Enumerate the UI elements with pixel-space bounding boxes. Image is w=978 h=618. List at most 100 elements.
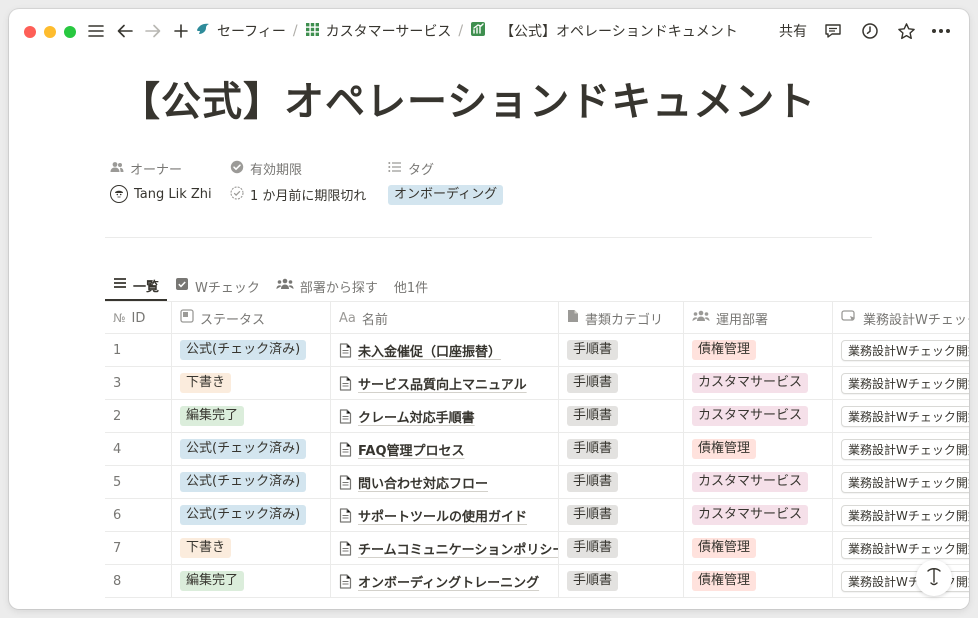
status-cell[interactable]: 下書き xyxy=(172,367,331,399)
status-cell[interactable]: 公式(チェック済み) xyxy=(172,499,331,531)
page-icon xyxy=(339,342,352,358)
department-tag: 債権管理 xyxy=(692,439,757,459)
category-cell[interactable]: 手順書 xyxy=(559,532,684,564)
table-row[interactable]: 5 公式(チェック済み) 問い合わせ対応フロー 手順書 カスタマサービス 業務設計Wチェッ… xyxy=(105,466,969,499)
name-cell[interactable]: オンボーディングトレーニング xyxy=(331,565,559,597)
minimize-window-button[interactable] xyxy=(44,26,56,38)
plus-icon[interactable] xyxy=(170,20,192,42)
wcheck-start-button[interactable]: 業務設計Wチェック開始 xyxy=(841,372,969,394)
page-link[interactable]: サービス品質向上マニュアル xyxy=(358,374,527,393)
page-link[interactable]: 問い合わせ対応フロー xyxy=(358,473,488,492)
wcheck-start-button[interactable]: 業務設計Wチェック開始 xyxy=(841,504,969,526)
page-link[interactable]: サポートツールの使用ガイド xyxy=(358,506,527,525)
column-header-category[interactable]: 書類カテゴリ xyxy=(559,302,684,334)
tab-by-department[interactable]: 部署から探す xyxy=(268,271,386,301)
table-row[interactable]: 7 下書き チームコミュニケーションポリシー 手順書 債権管理 業務設計Wチェック開始 xyxy=(105,532,969,565)
people-icon xyxy=(110,161,124,177)
page-title[interactable]: 【公式】オペレーションドキュメント xyxy=(120,69,816,127)
department-cell[interactable]: 債権管理 xyxy=(684,433,833,465)
category-cell[interactable]: 手順書 xyxy=(559,334,684,366)
page-link[interactable]: クレーム対応手順書 xyxy=(358,407,475,426)
department-cell[interactable]: 債権管理 xyxy=(684,532,833,564)
name-cell[interactable]: 問い合わせ対応フロー xyxy=(331,466,559,498)
breadcrumb-item-current[interactable]: 【公式】オペレーションドキュメント xyxy=(470,21,738,41)
department-cell[interactable]: カスタマサービス xyxy=(684,499,833,531)
table-row[interactable]: 2 編集完了 クレーム対応手順書 手順書 カスタマサービス 業務設計Wチェック開始 xyxy=(105,400,969,433)
help-button[interactable] xyxy=(916,560,952,596)
name-cell[interactable]: FAQ管理プロセス xyxy=(331,433,559,465)
page-link[interactable]: オンボーディングトレーニング xyxy=(358,572,539,591)
name-cell[interactable]: サービス品質向上マニュアル xyxy=(331,367,559,399)
category-cell[interactable]: 手順書 xyxy=(559,466,684,498)
department-cell[interactable]: 債権管理 xyxy=(684,565,833,597)
department-cell[interactable]: 債権管理 xyxy=(684,334,833,366)
arrow-right-icon[interactable] xyxy=(142,20,164,42)
people-icon xyxy=(276,278,294,294)
column-header-id[interactable]: № ID xyxy=(105,302,172,334)
wcheck-start-button[interactable]: 業務設計Wチェック開始 xyxy=(841,537,969,559)
arrow-left-icon[interactable] xyxy=(114,20,136,42)
app-window: セーフィー / カスタマーサービス / 【公式】オペレーションドキュメント 共有 xyxy=(9,9,969,609)
department-cell[interactable]: カスタマサービス xyxy=(684,367,833,399)
wcheck-start-button[interactable]: 業務設計Wチェック開始 xyxy=(841,339,969,361)
department-cell[interactable]: カスタマサービス xyxy=(684,400,833,432)
status-cell[interactable]: 下書き xyxy=(172,532,331,564)
ellipsis-icon[interactable] xyxy=(930,20,952,42)
department-cell[interactable]: カスタマサービス xyxy=(684,466,833,498)
status-cell[interactable]: 編集完了 xyxy=(172,400,331,432)
close-window-button[interactable] xyxy=(24,26,36,38)
table-row[interactable]: 4 公式(チェック済み) FAQ管理プロセス 手順書 債権管理 業務設計Wチェック開始 xyxy=(105,433,969,466)
tags-value[interactable]: オンボーディング xyxy=(388,185,504,205)
bird-icon xyxy=(195,21,211,41)
wcheck-start-button[interactable]: 業務設計Wチェック開始 xyxy=(841,438,969,460)
breadcrumb-item-section[interactable]: カスタマーサービス xyxy=(305,21,451,41)
status-cell[interactable]: 公式(チェック済み) xyxy=(172,433,331,465)
page-link[interactable]: FAQ管理プロセス xyxy=(358,440,465,459)
more-views-button[interactable]: 他1件 xyxy=(386,277,436,296)
name-cell[interactable]: チームコミュニケーションポリシー xyxy=(331,532,559,564)
comment-icon[interactable] xyxy=(822,20,844,42)
breadcrumb-item-workspace[interactable]: セーフィー xyxy=(195,21,286,41)
name-cell[interactable]: サポートツールの使用ガイド xyxy=(331,499,559,531)
name-cell[interactable]: クレーム対応手順書 xyxy=(331,400,559,432)
status-cell[interactable]: 公式(チェック済み) xyxy=(172,334,331,366)
column-header-wcheck[interactable]: 業務設計Wチェック xyxy=(833,302,969,334)
wcheck-start-button[interactable]: 業務設計Wチェック開始 xyxy=(841,405,969,427)
window-controls xyxy=(24,26,76,38)
category-cell[interactable]: 手順書 xyxy=(559,367,684,399)
column-header-status[interactable]: ステータス xyxy=(172,302,331,334)
status-cell[interactable]: 公式(チェック済み) xyxy=(172,466,331,498)
expiry-property-label[interactable]: 有効期限 xyxy=(230,159,302,178)
owner-property-label[interactable]: オーナー xyxy=(110,159,182,178)
tag-chip: オンボーディング xyxy=(388,185,504,205)
tab-wcheck[interactable]: Wチェック xyxy=(167,271,268,301)
category-tag: 手順書 xyxy=(567,406,619,426)
department-tag: カスタマサービス xyxy=(692,505,809,525)
tab-list[interactable]: 一覧 xyxy=(105,271,168,301)
category-cell[interactable]: 手順書 xyxy=(559,565,684,597)
category-cell[interactable]: 手順書 xyxy=(559,499,684,531)
name-cell[interactable]: 未入金催促（口座振替） xyxy=(331,334,559,366)
table-row[interactable]: 6 公式(チェック済み) サポートツールの使用ガイド 手順書 カスタマサービス 業務設計W… xyxy=(105,499,969,532)
category-cell[interactable]: 手順書 xyxy=(559,400,684,432)
table-row[interactable]: 1 公式(チェック済み) 未入金催促（口座振替） 手順書 債権管理 業務設計Wチェック開始 xyxy=(105,334,969,367)
column-header-name[interactable]: Aa 名前 xyxy=(331,302,559,334)
owner-value[interactable]: Tang Lik Zhi xyxy=(110,185,212,203)
share-button[interactable]: 共有 xyxy=(779,21,807,41)
tags-property-label[interactable]: タグ xyxy=(388,159,434,178)
status-cell[interactable]: 編集完了 xyxy=(172,565,331,597)
table-row[interactable]: 8 編集完了 オンボーディングトレーニング 手順書 債権管理 業務設計Wチェック開始 xyxy=(105,565,969,598)
page-link[interactable]: 未入金催促（口座振替） xyxy=(358,341,501,360)
table-row[interactable]: 3 下書き サービス品質向上マニュアル 手順書 カスタマサービス 業務設計Wチェック開始 xyxy=(105,367,969,400)
category-tag: 手順書 xyxy=(567,472,619,492)
wcheck-start-button[interactable]: 業務設計Wチェック開始 xyxy=(841,471,969,493)
menu-icon[interactable] xyxy=(85,20,107,42)
row-id: 6 xyxy=(113,507,122,523)
clock-icon[interactable] xyxy=(859,20,881,42)
zoom-window-button[interactable] xyxy=(64,26,76,38)
star-icon[interactable] xyxy=(895,20,917,42)
expiry-value[interactable]: 1 か月前に期限切れ xyxy=(230,185,366,204)
category-cell[interactable]: 手順書 xyxy=(559,433,684,465)
page-link[interactable]: チームコミュニケーションポリシー xyxy=(358,539,558,558)
column-header-department[interactable]: 運用部署 xyxy=(684,302,833,334)
